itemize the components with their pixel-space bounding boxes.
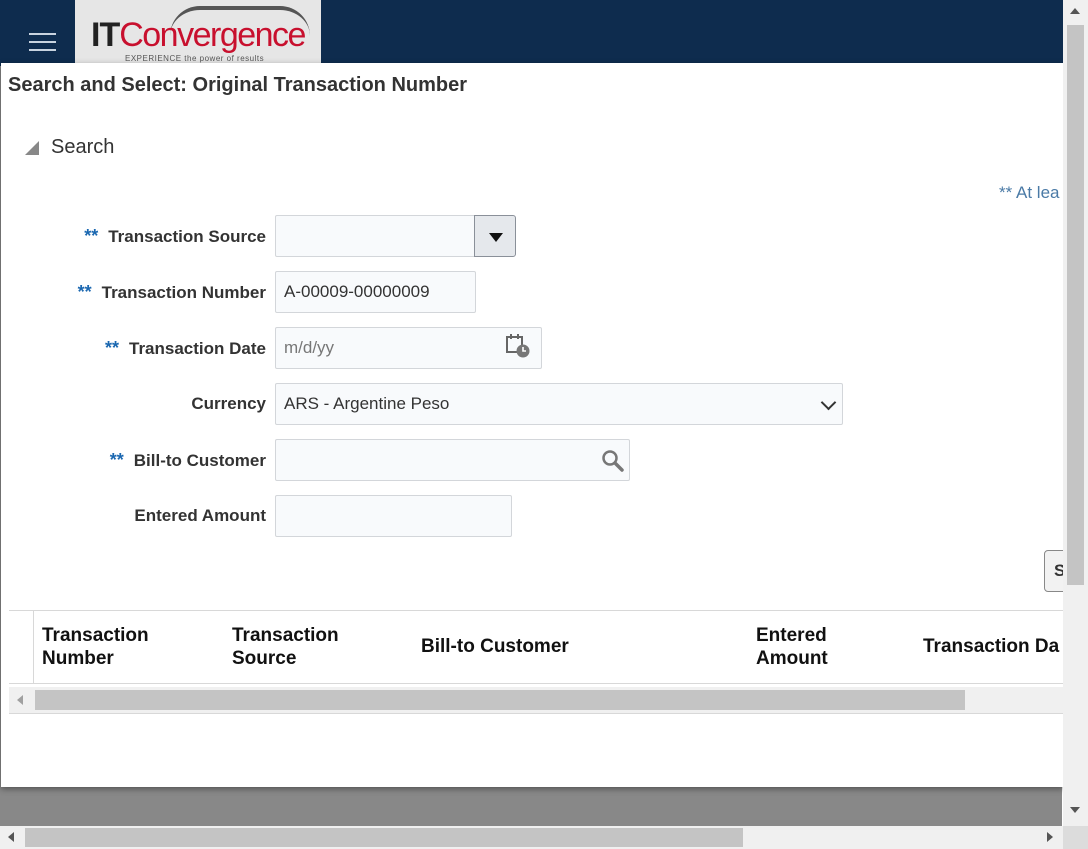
table-header-bottom-border	[9, 683, 1063, 684]
currency-label: Currency	[191, 394, 266, 413]
company-logo[interactable]: ITConvergence EXPERIENCE the power of re…	[75, 0, 321, 63]
scroll-left-arrow-icon[interactable]	[8, 832, 14, 842]
column-header-entered-amount[interactable]: Entered Amount	[756, 624, 828, 670]
search-section-header[interactable]: Search	[25, 136, 114, 159]
transaction-number-input[interactable]: A-00009-00000009	[275, 271, 476, 313]
entered-amount-label: Entered Amount	[134, 506, 266, 525]
search-section-label: Search	[51, 136, 115, 158]
table-top-border	[9, 610, 1063, 611]
page-horizontal-scrollbar[interactable]	[0, 826, 1063, 849]
bill-to-customer-input[interactable]	[275, 439, 630, 481]
bill-to-customer-label: ** Bill-to Customer	[109, 450, 266, 470]
transaction-date-label: ** Transaction Date	[104, 338, 266, 358]
disclosure-triangle-icon[interactable]	[25, 140, 39, 155]
scrollbar-thumb[interactable]	[25, 828, 743, 847]
transaction-source-label: ** Transaction Source	[84, 226, 266, 246]
scrollbar-thumb[interactable]	[35, 690, 965, 710]
search-icon[interactable]	[601, 449, 625, 473]
scroll-up-arrow-icon[interactable]	[1070, 8, 1080, 14]
transaction-date-input[interactable]: m/d/yy	[275, 327, 542, 369]
transaction-number-label: ** Transaction Number	[77, 282, 266, 302]
page-vertical-scrollbar[interactable]	[1063, 0, 1088, 826]
entered-amount-input[interactable]	[275, 495, 512, 537]
scroll-left-arrow-icon[interactable]	[17, 695, 23, 705]
column-header-transaction-source[interactable]: Transaction Source	[232, 624, 339, 670]
hamburger-icon[interactable]	[29, 33, 56, 53]
column-header-transaction-date[interactable]: Transaction Da	[923, 635, 1063, 658]
scroll-down-arrow-icon[interactable]	[1070, 807, 1080, 813]
scrollbar-corner	[1063, 826, 1088, 849]
dropdown-arrow-icon[interactable]	[474, 215, 516, 257]
top-bar: ITConvergence EXPERIENCE the power of re…	[0, 0, 1088, 66]
calendar-icon[interactable]	[505, 333, 531, 359]
currency-select[interactable]: ARS - Argentine Peso	[275, 383, 843, 425]
scroll-right-arrow-icon[interactable]	[1047, 832, 1053, 842]
search-select-dialog: Search and Select: Original Transaction …	[1, 63, 1084, 787]
column-header-bill-to-customer[interactable]: Bill-to Customer	[421, 635, 569, 658]
dialog-title: Search and Select: Original Transaction …	[8, 74, 468, 96]
transaction-source-input[interactable]	[275, 215, 475, 257]
required-note: ** At lea	[999, 183, 1060, 202]
scrollbar-thumb[interactable]	[1067, 25, 1084, 585]
column-header-transaction-number[interactable]: Transaction Number	[42, 624, 149, 670]
row-selector-column	[33, 611, 34, 683]
table-horizontal-scrollbar[interactable]	[9, 687, 1063, 714]
